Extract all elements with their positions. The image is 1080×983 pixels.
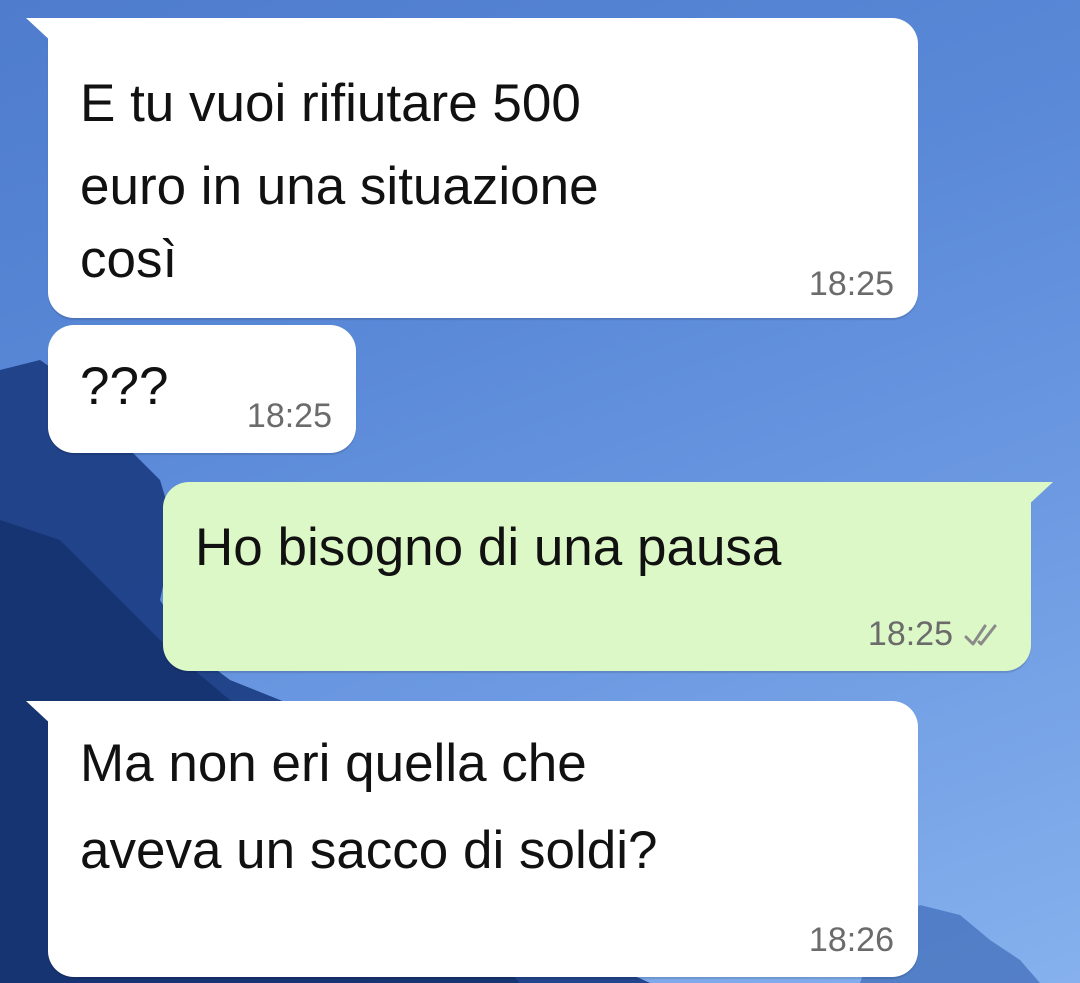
message-text-line: Ma non eri quella che [80, 734, 587, 793]
message-text-line: Ho bisogno di una pausa [195, 518, 782, 577]
chat-message-list[interactable]: E tu vuoi rifiutare 500 euro in una situ… [0, 0, 1080, 983]
timestamp-text: 18:26 [808, 921, 894, 959]
incoming-message-bubble[interactable]: ??? 18:25 [48, 325, 356, 453]
timestamp-text: 18:25 [246, 397, 332, 435]
bubble-tail [1025, 482, 1053, 508]
message-text-line: euro in una situazione [80, 157, 599, 216]
message-text-line: E tu vuoi rifiutare 500 [80, 74, 581, 133]
message-text-line: aveva un sacco di soldi? [80, 821, 658, 880]
incoming-message-bubble[interactable]: E tu vuoi rifiutare 500 euro in una situ… [26, 18, 918, 318]
bubble-tail [26, 18, 54, 44]
message-timestamp: 18:26 [809, 921, 894, 960]
incoming-message-bubble[interactable]: Ma non eri quella che aveva un sacco di … [26, 701, 918, 977]
message-timestamp: 18:25 [247, 397, 332, 436]
message-meta: 18:25 [868, 615, 1007, 654]
timestamp-text: 18:25 [808, 265, 894, 303]
message-text-line: così [80, 230, 178, 289]
double-check-icon [964, 624, 997, 645]
timestamp-text: 18:25 [867, 615, 953, 653]
outgoing-message-bubble[interactable]: Ho bisogno di una pausa 18:25 [163, 482, 1053, 671]
message-text-line: ??? [80, 357, 169, 416]
message-timestamp: 18:25 [809, 265, 894, 304]
bubble-tail [26, 701, 54, 727]
